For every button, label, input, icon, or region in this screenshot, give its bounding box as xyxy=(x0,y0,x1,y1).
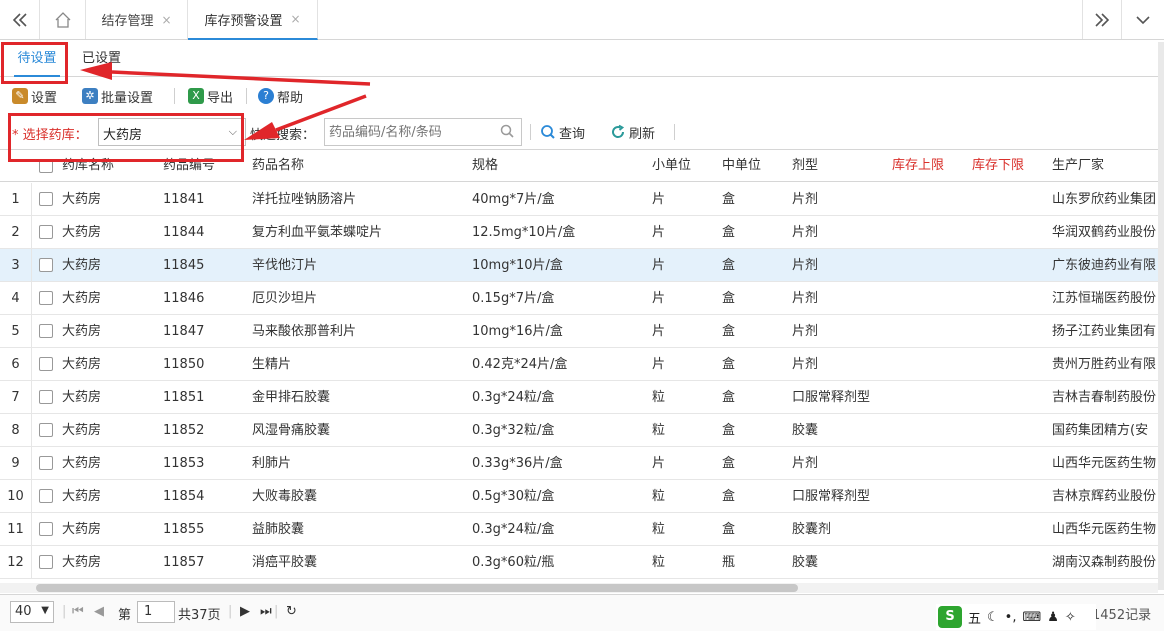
page-number-input[interactable]: 1 xyxy=(137,601,175,623)
chevron-down-icon: ▼ xyxy=(41,605,49,616)
prev-page-icon[interactable]: ◀ xyxy=(94,604,104,619)
record-count: 1452记录 xyxy=(1092,608,1152,623)
page-size-value: 40 xyxy=(15,604,32,619)
reload-icon[interactable]: ↻ xyxy=(286,604,297,619)
ime-toolbar: S 五 ☾ •, ⌨ ♟ ✧ xyxy=(936,604,1096,630)
moon-icon[interactable]: ☾ xyxy=(987,610,999,625)
page-size-select[interactable]: 40 ▼ xyxy=(10,601,54,623)
ime-mode[interactable]: 五 xyxy=(968,608,981,627)
last-page-icon[interactable]: ⏭ xyxy=(260,604,272,619)
ime-logo-icon[interactable]: S xyxy=(938,606,962,628)
annotation-arrows xyxy=(80,62,371,140)
pager-divider: | xyxy=(274,604,279,619)
keyboard-icon[interactable]: ⌨ xyxy=(1022,610,1041,625)
page-number-value: 1 xyxy=(144,604,153,619)
punctuation-icon[interactable]: •, xyxy=(1005,610,1017,625)
pager-divider: | xyxy=(62,604,67,619)
first-page-icon[interactable]: ⏮ xyxy=(72,604,84,619)
page-prefix: 第 xyxy=(118,608,132,623)
page-total: 共37页 xyxy=(178,608,221,623)
apps-icon[interactable]: ✧ xyxy=(1065,610,1076,625)
next-page-icon[interactable]: ▶ xyxy=(240,604,250,619)
user-icon[interactable]: ♟ xyxy=(1047,610,1059,625)
pager-divider: | xyxy=(228,604,233,619)
